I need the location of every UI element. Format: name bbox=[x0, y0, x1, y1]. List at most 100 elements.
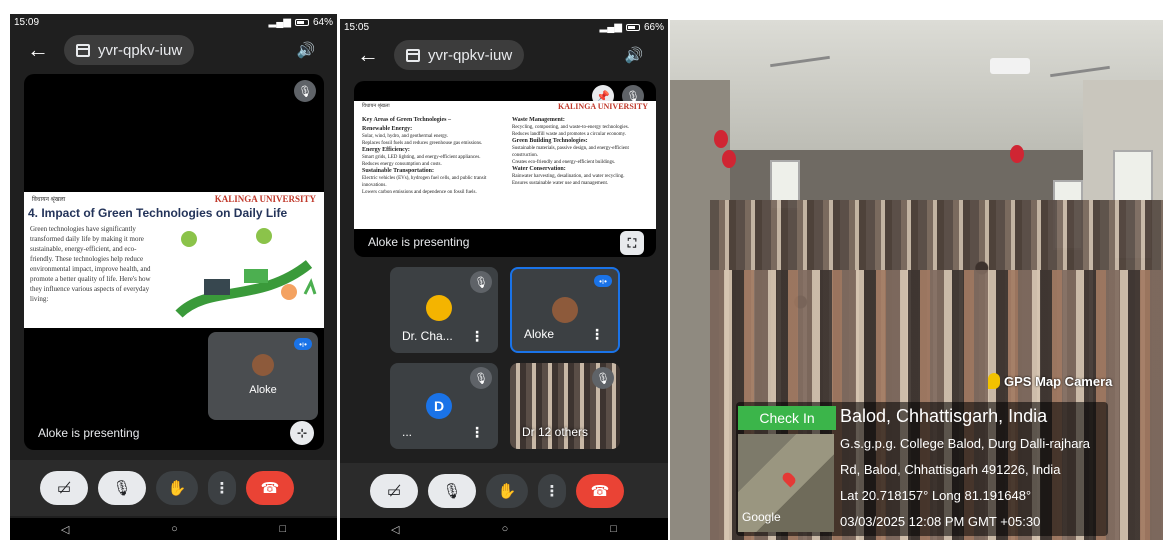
meeting-code: yvr-qpkv-iuw bbox=[98, 41, 183, 59]
participant-name: ... bbox=[402, 425, 413, 439]
expand-icon[interactable]: ⛶ bbox=[620, 231, 644, 255]
battery-percent: 66% bbox=[643, 21, 664, 33]
more-options-icon[interactable]: ⋮ bbox=[470, 328, 484, 345]
presentation-stage: 📌 🎙 विधायन श्रृंखला KALINGA UNIVERSITY K… bbox=[354, 81, 656, 257]
slide-bullet: Creates eco-friendly and energy-efficien… bbox=[512, 160, 616, 165]
phone-screen-1: 15:09 ▂▄▆ 64% ← yvr-qpkv-iuw 🔊 🎙 विधायन श… bbox=[10, 14, 337, 540]
muted-mic-icon: 🎙 bbox=[294, 80, 316, 102]
camera-off-icon[interactable]: ▭̸ bbox=[370, 474, 418, 508]
slide-bullet: Replaces fossil fuels and reduces greenh… bbox=[362, 141, 483, 146]
slide-bullet: Lowers carbon emissions and dependence o… bbox=[362, 190, 477, 195]
muted-mic-icon: 🎙 bbox=[470, 367, 492, 389]
end-call-icon[interactable]: ☎ bbox=[576, 474, 624, 508]
status-time: 15:05 bbox=[344, 21, 370, 33]
coordinates: Lat 20.718157° Long 81.191648° bbox=[840, 488, 1032, 503]
self-tile-name: Aloke bbox=[249, 384, 277, 396]
check-in-badge: Check In bbox=[738, 406, 836, 430]
mic-off-icon[interactable]: 🎙 bbox=[428, 474, 476, 508]
slide-section-heading: Green Building Technologies: bbox=[512, 138, 588, 144]
avatar bbox=[252, 354, 274, 376]
slide-section-heading: Energy Efficiency: bbox=[362, 147, 410, 153]
avatar-initial: D bbox=[426, 393, 452, 419]
participant-tile-active[interactable]: •ı• Aloke ⋮ bbox=[510, 267, 620, 353]
slide-logo-kalinga: KALINGA UNIVERSITY bbox=[214, 194, 316, 204]
nav-recents-icon[interactable]: □ bbox=[279, 523, 286, 535]
nav-home-icon[interactable]: ○ bbox=[171, 523, 178, 535]
participant-name: Dr. Cha... bbox=[402, 329, 453, 343]
map-brand: Google bbox=[742, 510, 781, 524]
raise-hand-icon[interactable]: ✋ bbox=[486, 474, 528, 508]
raise-hand-icon[interactable]: ✋ bbox=[156, 471, 198, 505]
calendar-icon bbox=[406, 48, 420, 62]
meeting-code-pill[interactable]: yvr-qpkv-iuw bbox=[394, 40, 525, 70]
participant-name: Aloke bbox=[524, 327, 555, 341]
balloon bbox=[722, 150, 736, 168]
speaker-icon[interactable]: 🔊 bbox=[618, 39, 650, 71]
back-arrow-icon[interactable]: ← bbox=[352, 39, 384, 71]
more-options-icon[interactable]: ⋮ bbox=[470, 424, 484, 441]
signal-icon: ▂▄▆ bbox=[599, 21, 622, 33]
nav-back-icon[interactable]: ◁ bbox=[61, 523, 69, 536]
android-nav-bar: ◁ ○ □ bbox=[10, 518, 337, 540]
slide-bullet: Solar, wind, hydro, and geothermal energ… bbox=[362, 134, 449, 139]
avatar bbox=[426, 295, 452, 321]
slide-bullet: Ensures sustainable water use and manage… bbox=[512, 181, 609, 186]
shared-slide: विधायन श्रृंखला KALINGA UNIVERSITY 4. Im… bbox=[24, 192, 324, 328]
slide-body: Green technologies have significantly tr… bbox=[30, 225, 151, 303]
slide-logo-left: विधायन श्रृंखला bbox=[32, 197, 66, 203]
avatar bbox=[552, 297, 578, 323]
slide-bullet: Rainwater harvesting, desalination, and … bbox=[512, 174, 625, 179]
back-arrow-icon[interactable]: ← bbox=[22, 34, 54, 66]
participant-tile[interactable]: 🎙 Dr. Cha... ⋮ bbox=[390, 267, 498, 353]
participant-tile[interactable]: 🎙 D ... ⋮ bbox=[390, 363, 498, 449]
map-pin-icon bbox=[988, 373, 1000, 389]
muted-mic-icon: 🎙 bbox=[470, 271, 492, 293]
battery-icon bbox=[294, 18, 309, 26]
gps-photo: GPS Map Camera Check In Balod, Chhattisg… bbox=[670, 20, 1163, 540]
nav-recents-icon[interactable]: □ bbox=[610, 523, 617, 535]
slide-section-heading: Sustainable Transportation: bbox=[362, 168, 434, 174]
meeting-code: yvr-qpkv-iuw bbox=[428, 46, 513, 64]
self-video-tile[interactable]: •ı• Aloke bbox=[208, 332, 318, 420]
slide-bullet: Sustainable materials, passive design, a… bbox=[512, 146, 629, 158]
android-nav-bar: ◁ ○ □ bbox=[340, 518, 668, 540]
slide-left-column: Key Areas of Green Technologies – Renewa… bbox=[362, 117, 502, 196]
battery-icon bbox=[625, 23, 640, 31]
status-time: 15:09 bbox=[14, 16, 40, 28]
camera-off-icon[interactable]: ▭̸ bbox=[40, 471, 88, 505]
projector bbox=[990, 58, 1030, 74]
balloon bbox=[1010, 145, 1024, 163]
call-controls: ▭̸ 🎙 ✋ ⋮ ☎ bbox=[10, 460, 337, 516]
meeting-topbar: ← yvr-qpkv-iuw 🔊 bbox=[10, 32, 337, 68]
speaking-indicator-icon: •ı• bbox=[594, 275, 612, 287]
slide-section-heading: Waste Management: bbox=[512, 117, 565, 123]
presenting-label: Aloke is presenting bbox=[368, 235, 470, 249]
status-bar: 15:09 ▂▄▆ 64% bbox=[10, 14, 337, 30]
more-options-icon[interactable]: ⋮ bbox=[208, 471, 236, 505]
participant-name: Dr 12 others bbox=[522, 425, 589, 439]
nav-back-icon[interactable]: ◁ bbox=[391, 523, 399, 536]
nav-home-icon[interactable]: ○ bbox=[502, 523, 509, 535]
participant-tile-group[interactable]: 🎙 Dr 12 others bbox=[510, 363, 620, 449]
mic-off-icon[interactable]: 🎙 bbox=[98, 471, 146, 505]
speaker-icon[interactable]: 🔊 bbox=[290, 34, 322, 66]
slide-right-column: Waste Management: Recycling, composting,… bbox=[512, 117, 648, 187]
shared-slide: विधायन श्रृंखला KALINGA UNIVERSITY Key A… bbox=[354, 101, 656, 229]
slide-section-heading: Water Conservation: bbox=[512, 166, 566, 172]
address-line-2: Rd, Balod, Chhattisgarh 491226, India bbox=[840, 462, 1061, 477]
meeting-topbar: ← yvr-qpkv-iuw 🔊 bbox=[340, 37, 668, 73]
more-options-icon[interactable]: ⋮ bbox=[538, 474, 566, 508]
more-options-icon[interactable]: ⋮ bbox=[590, 326, 604, 343]
presenting-label: Aloke is presenting bbox=[38, 426, 140, 440]
end-call-icon[interactable]: ☎ bbox=[246, 471, 294, 505]
slide-logo-kalinga: KALINGA UNIVERSITY bbox=[557, 102, 648, 111]
battery-percent: 64% bbox=[312, 16, 333, 28]
address-line-1: G.s.g.p.g. College Balod, Durg Dalli-raj… bbox=[840, 436, 1091, 451]
balloon bbox=[714, 130, 728, 148]
slide-title: 4. Impact of Green Technologies on Daily… bbox=[28, 206, 288, 220]
slide-bullet: Electric vehicles (EVs), hydrogen fuel c… bbox=[362, 176, 487, 188]
meeting-code-pill[interactable]: yvr-qpkv-iuw bbox=[64, 35, 195, 65]
fullscreen-toggle-icon[interactable]: ⊹ bbox=[290, 421, 314, 445]
presentation-stage: 🎙 विधायन श्रृंखला KALINGA UNIVERSITY 4. … bbox=[24, 74, 324, 450]
phone-screen-2: 15:05 ▂▄▆ 66% ← yvr-qpkv-iuw 🔊 📌 🎙 विधायन… bbox=[340, 19, 668, 540]
